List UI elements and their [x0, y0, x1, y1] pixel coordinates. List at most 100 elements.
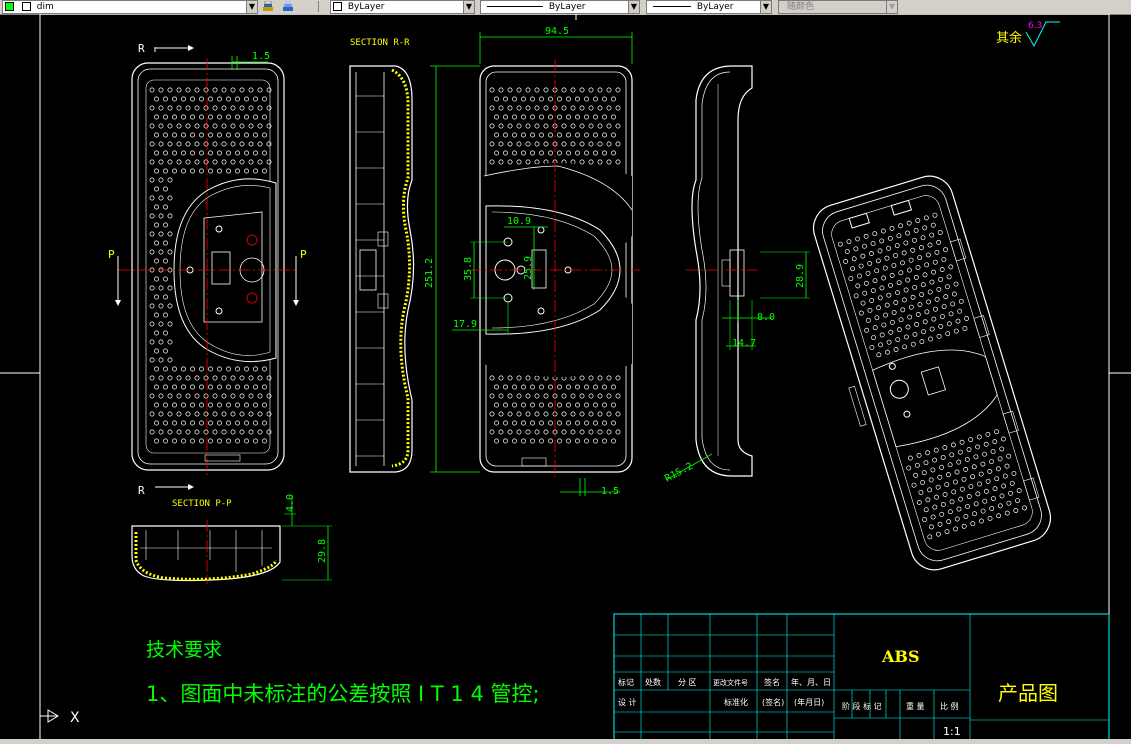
- vent-hole: [212, 375, 218, 381]
- vent-hole: [217, 96, 222, 102]
- vent-hole: [1004, 510, 1010, 516]
- vent-hole: [494, 150, 499, 156]
- vent-hole: [239, 411, 245, 417]
- vent-hole: [507, 105, 513, 111]
- vent-hole: [172, 366, 177, 372]
- layer-combo[interactable]: dim ▼: [2, 0, 258, 14]
- vent-hole: [149, 339, 155, 345]
- vent-hole: [539, 132, 544, 138]
- vent-hole: [221, 429, 227, 435]
- vent-hole: [212, 411, 218, 417]
- vent-hole: [606, 393, 612, 399]
- vent-hole: [858, 310, 864, 316]
- vent-hole: [936, 286, 942, 292]
- vent-hole: [167, 105, 173, 111]
- vent-hole: [262, 96, 267, 102]
- vent-hole: [257, 87, 263, 93]
- chevron-down-icon[interactable]: ▼: [463, 1, 474, 13]
- side-view: 28.9 8.0 14.7 R15.2: [663, 65, 810, 485]
- vent-hole: [588, 393, 594, 399]
- vent-hole: [995, 466, 1001, 472]
- color-combo[interactable]: ByLayer ▼: [330, 0, 475, 14]
- vent-hole: [872, 278, 878, 284]
- vent-hole: [615, 375, 621, 381]
- vent-hole: [253, 366, 258, 372]
- vent-hole: [257, 105, 263, 111]
- vent-hole: [930, 514, 936, 520]
- vent-hole: [876, 352, 882, 358]
- vent-hole: [1004, 463, 1010, 469]
- vent-hole: [230, 123, 236, 129]
- vent-hole: [606, 159, 612, 165]
- linetype-combo[interactable]: ByLayer ▼: [480, 0, 640, 14]
- chevron-down-icon[interactable]: ▼: [246, 1, 257, 13]
- chevron-down-icon[interactable]: ▼: [886, 1, 897, 13]
- vent-hole: [235, 402, 240, 408]
- vent-hole: [176, 141, 182, 147]
- vent-hole: [172, 114, 177, 120]
- vent-hole: [194, 123, 200, 129]
- vent-hole: [877, 248, 883, 254]
- vent-hole: [154, 114, 159, 120]
- vent-hole: [530, 402, 535, 408]
- vent-hole: [521, 438, 526, 444]
- vent-hole: [194, 411, 200, 417]
- chevron-down-icon[interactable]: ▼: [760, 1, 771, 13]
- vent-hole: [185, 411, 191, 417]
- vent-hole: [185, 429, 191, 435]
- vent-hole: [149, 141, 155, 147]
- vent-hole: [575, 420, 580, 426]
- pp-dim-29-8: 29.8: [317, 539, 328, 563]
- vent-hole: [534, 87, 540, 93]
- vent-hole: [908, 257, 914, 263]
- lineweight-combo[interactable]: ByLayer ▼: [646, 0, 772, 14]
- vent-hole: [163, 402, 168, 408]
- section-r-top-label: R: [138, 42, 145, 55]
- vent-hole: [575, 438, 580, 444]
- vent-hole: [588, 375, 594, 381]
- vent-hole: [226, 438, 231, 444]
- vent-hole: [919, 292, 925, 298]
- vent-hole: [954, 516, 960, 522]
- vent-hole: [929, 524, 934, 530]
- vent-hole: [176, 159, 182, 165]
- vent-hole: [498, 123, 504, 129]
- section-pp-title: SECTION P-P: [172, 499, 232, 509]
- vent-hole: [167, 195, 173, 201]
- vent-hole: [199, 366, 204, 372]
- vent-hole: [512, 420, 517, 426]
- vent-hole: [990, 449, 996, 455]
- vent-hole: [929, 326, 935, 332]
- vent-hole: [212, 87, 218, 93]
- roughness-symbol: 其余 6.3: [996, 21, 1060, 48]
- vent-hole: [584, 150, 589, 156]
- vent-hole: [615, 87, 621, 93]
- vent-hole: [990, 496, 996, 501]
- vent-hole: [908, 304, 914, 310]
- vent-hole: [181, 402, 186, 408]
- layer-previous-icon[interactable]: [282, 1, 294, 12]
- vent-hole: [534, 105, 540, 111]
- vent-hole: [163, 366, 168, 372]
- vent-hole: [217, 420, 222, 426]
- vent-hole: [244, 132, 249, 138]
- vent-hole: [924, 262, 930, 268]
- vent-hole: [503, 420, 508, 426]
- vent-hole: [266, 159, 272, 165]
- vent-hole: [557, 384, 562, 390]
- drawing-canvas[interactable]: 其余 6.3 R R P P 1.5 SECTION R-R 94.5 251.…: [0, 14, 1131, 739]
- make-layer-current-icon[interactable]: [262, 1, 274, 12]
- vent-hole: [163, 258, 168, 264]
- vent-hole: [489, 141, 495, 147]
- chevron-down-icon[interactable]: ▼: [628, 1, 639, 13]
- vent-hole: [898, 317, 904, 323]
- vent-hole: [982, 451, 987, 457]
- vent-hole: [539, 438, 544, 444]
- plotstyle-combo[interactable]: 随颜色 ▼: [778, 0, 898, 14]
- vent-hole: [185, 87, 191, 93]
- vent-hole: [584, 402, 589, 408]
- vent-hole: [235, 438, 240, 444]
- vent-hole: [516, 375, 522, 381]
- vent-hole: [916, 452, 922, 458]
- section-p-right-label: P: [300, 248, 307, 261]
